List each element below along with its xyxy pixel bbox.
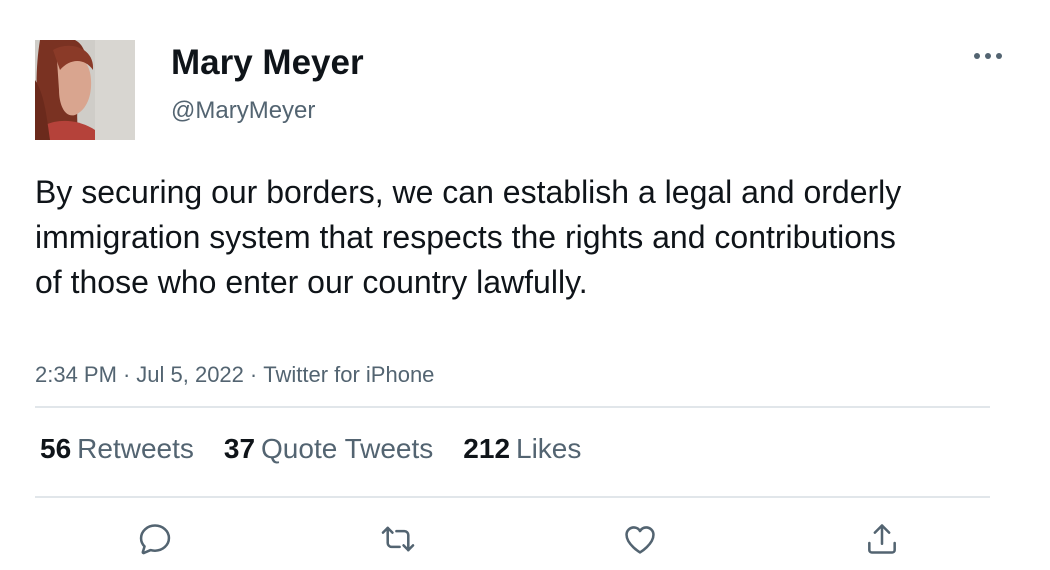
retweets-label: Retweets (77, 433, 194, 464)
user-handle[interactable]: @MaryMeyer (171, 96, 315, 126)
likes-stat[interactable]: 212 Likes (463, 431, 581, 467)
share-button[interactable] (860, 517, 904, 561)
tweet-text: By securing our borders, we can establis… (35, 174, 902, 300)
tweet-time[interactable]: 2:34 PM (35, 362, 117, 387)
reply-icon (139, 524, 171, 555)
reply-button[interactable] (133, 517, 177, 561)
more-options-button[interactable] (968, 40, 1008, 72)
heart-icon (625, 526, 655, 554)
likes-count: 212 (463, 433, 511, 464)
tweet-meta: 2:34 PM · Jul 5, 2022 · Twitter for iPhone (35, 361, 434, 389)
share-icon (868, 524, 896, 554)
meta-separator: · (122, 362, 131, 387)
quote-tweets-stat[interactable]: 37 Quote Tweets (224, 431, 433, 467)
quote-tweets-label: Quote Tweets (261, 433, 434, 464)
retweet-button[interactable] (376, 517, 420, 561)
tweet-source[interactable]: Twitter for iPhone (263, 362, 434, 387)
profile-photo-icon (35, 40, 135, 140)
engagement-stats: 56 Retweets 37 Quote Tweets 212 Likes (40, 431, 611, 467)
likes-label: Likes (516, 433, 582, 464)
quote-tweets-count: 37 (223, 433, 256, 464)
more-icon (974, 53, 1002, 59)
meta-separator: · (249, 362, 258, 387)
retweets-stat[interactable]: 56 Retweets (40, 431, 194, 467)
tweet-date[interactable]: Jul 5, 2022 (136, 362, 244, 387)
divider (35, 496, 990, 498)
divider (35, 406, 990, 408)
display-name[interactable]: Mary Meyer (171, 42, 364, 84)
avatar[interactable] (35, 40, 135, 140)
retweet-icon (381, 526, 415, 552)
like-button[interactable] (618, 517, 662, 561)
retweets-count: 56 (40, 433, 72, 464)
